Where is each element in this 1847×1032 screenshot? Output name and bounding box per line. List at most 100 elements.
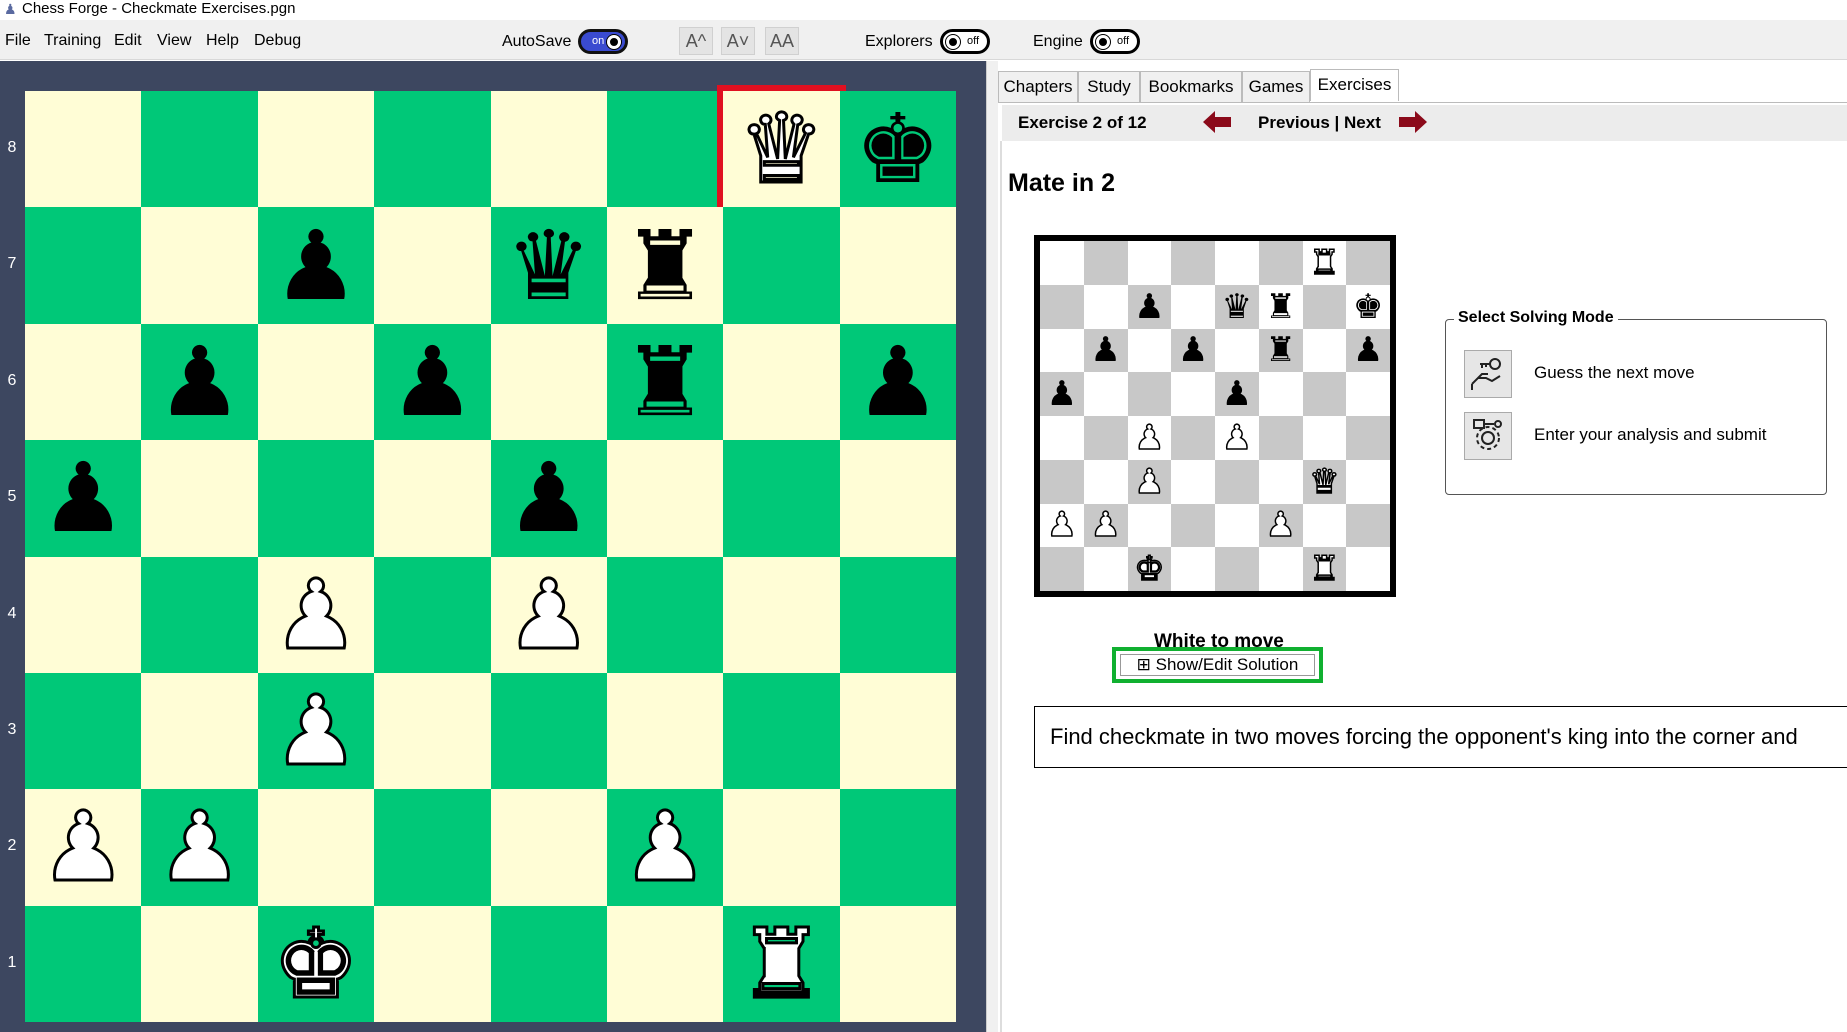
square-g1[interactable]: ♜ (723, 905, 840, 1022)
square-g8[interactable]: ♛ (717, 84, 847, 214)
gear-analysis-icon[interactable] (1464, 412, 1512, 460)
square-h7[interactable] (839, 207, 956, 324)
square-c3[interactable]: ♟ (257, 672, 375, 790)
menu-file[interactable]: File (5, 31, 31, 51)
square-d4[interactable] (374, 556, 491, 673)
square-c8[interactable] (257, 91, 375, 208)
square-e7[interactable]: ♛ (490, 207, 607, 324)
black-pawn-icon[interactable]: ♟ (157, 334, 243, 430)
square-e3[interactable] (490, 672, 607, 790)
square-e2[interactable] (490, 789, 607, 906)
black-king-icon[interactable]: ♚ (855, 101, 941, 197)
square-e6[interactable] (490, 323, 607, 441)
previous-arrow-icon[interactable] (1203, 111, 1231, 133)
square-c7[interactable]: ♟ (257, 207, 375, 324)
square-e4[interactable]: ♟ (490, 556, 607, 673)
white-pawn-icon[interactable]: ♟ (155, 798, 244, 897)
square-d8[interactable] (374, 91, 491, 208)
tab-bookmarks[interactable]: Bookmarks (1140, 71, 1242, 102)
mode-guess-next-move[interactable]: Guess the next move (1464, 350, 1804, 398)
square-a1[interactable] (25, 905, 142, 1022)
square-a2[interactable]: ♟ (25, 789, 142, 906)
square-g2[interactable] (723, 789, 840, 906)
black-pawn-icon[interactable]: ♟ (506, 450, 592, 546)
square-h4[interactable] (839, 556, 956, 673)
explorers-toggle[interactable]: off (940, 29, 990, 54)
square-d2[interactable] (374, 789, 491, 906)
black-pawn-icon[interactable]: ♟ (855, 334, 941, 430)
square-h1[interactable] (839, 905, 956, 1022)
square-h5[interactable] (839, 440, 956, 557)
square-f8[interactable] (606, 91, 724, 208)
square-e1[interactable] (490, 905, 607, 1022)
show-edit-solution-button[interactable]: ⊞ Show/Edit Solution (1120, 654, 1315, 676)
square-d7[interactable] (374, 207, 491, 324)
square-h8[interactable]: ♚ (839, 91, 956, 208)
square-b5[interactable] (141, 440, 258, 557)
square-a5[interactable]: ♟ (25, 440, 142, 557)
square-c6[interactable] (257, 323, 375, 441)
square-e5[interactable]: ♟ (490, 440, 607, 557)
menu-help[interactable]: Help (206, 31, 239, 51)
square-b3[interactable] (141, 672, 258, 790)
square-a3[interactable] (25, 672, 142, 790)
chess-board[interactable]: ♛ ♚ ♟ ♛ ♜ ♟ ♟ ♜ ♟ ♟ ♟ ♟ ♟ ♟ ♟ ♟ ♟ ♚ ♜ (25, 84, 956, 1022)
menu-view[interactable]: View (157, 31, 191, 51)
black-rook-icon[interactable]: ♜ (622, 334, 708, 430)
black-queen-icon[interactable]: ♛ (506, 218, 592, 314)
square-f2[interactable]: ♟ (606, 789, 724, 906)
white-king-icon[interactable]: ♚ (271, 914, 360, 1013)
previous-link[interactable]: Previous (1258, 113, 1330, 132)
next-arrow-icon[interactable] (1399, 111, 1427, 133)
square-g3[interactable] (723, 672, 840, 790)
tab-exercises[interactable]: Exercises (1310, 69, 1399, 101)
square-g7[interactable] (723, 207, 840, 324)
square-b6[interactable]: ♟ (141, 323, 258, 441)
white-pawn-icon[interactable]: ♟ (621, 798, 710, 897)
square-b7[interactable] (141, 207, 258, 324)
square-f5[interactable] (606, 440, 724, 557)
square-d6[interactable]: ♟ (374, 323, 491, 441)
square-d1[interactable] (374, 905, 491, 1022)
square-h6[interactable]: ♟ (839, 323, 956, 441)
menu-debug[interactable]: Debug (254, 31, 301, 51)
square-a7[interactable] (25, 207, 142, 324)
tab-study[interactable]: Study (1078, 71, 1140, 102)
square-a8[interactable] (25, 91, 142, 208)
autosave-toggle[interactable]: on (578, 29, 628, 54)
panel-splitter[interactable] (986, 61, 998, 1032)
square-b2[interactable]: ♟ (141, 789, 258, 906)
square-a6[interactable] (25, 323, 142, 441)
square-c2[interactable] (257, 789, 375, 906)
menu-edit[interactable]: Edit (114, 31, 142, 51)
square-b8[interactable] (141, 91, 258, 208)
black-pawn-icon[interactable]: ♟ (273, 218, 359, 314)
square-c5[interactable] (257, 440, 375, 557)
next-link[interactable]: Next (1344, 113, 1381, 132)
black-pawn-icon[interactable]: ♟ (40, 450, 126, 546)
mode-enter-analysis[interactable]: Enter your analysis and submit (1464, 412, 1804, 460)
square-f7[interactable]: ♜ (606, 207, 724, 324)
square-d5[interactable] (374, 440, 491, 557)
font-decrease-button[interactable]: A˅ (721, 27, 755, 55)
white-pawn-icon[interactable]: ♟ (271, 682, 360, 781)
square-f1[interactable] (606, 905, 724, 1022)
engine-toggle[interactable]: off (1090, 29, 1140, 54)
white-pawn-icon[interactable]: ♟ (271, 565, 360, 664)
tab-games[interactable]: Games (1242, 71, 1310, 102)
square-d3[interactable] (374, 672, 491, 790)
black-pawn-icon[interactable]: ♟ (389, 334, 475, 430)
square-b4[interactable] (141, 556, 258, 673)
square-g4[interactable] (723, 556, 840, 673)
square-a4[interactable] (25, 556, 142, 673)
square-c4[interactable]: ♟ (257, 556, 375, 673)
square-f6[interactable]: ♜ (606, 323, 724, 441)
square-g5[interactable] (723, 440, 840, 557)
black-rook-icon[interactable]: ♜ (622, 218, 708, 314)
menu-training[interactable]: Training (44, 31, 101, 51)
font-fixed-button[interactable]: AA (765, 27, 799, 55)
white-rook-icon[interactable]: ♜ (737, 914, 826, 1013)
square-b1[interactable] (141, 905, 258, 1022)
square-h3[interactable] (839, 672, 956, 790)
font-increase-button[interactable]: A^ (679, 27, 713, 55)
